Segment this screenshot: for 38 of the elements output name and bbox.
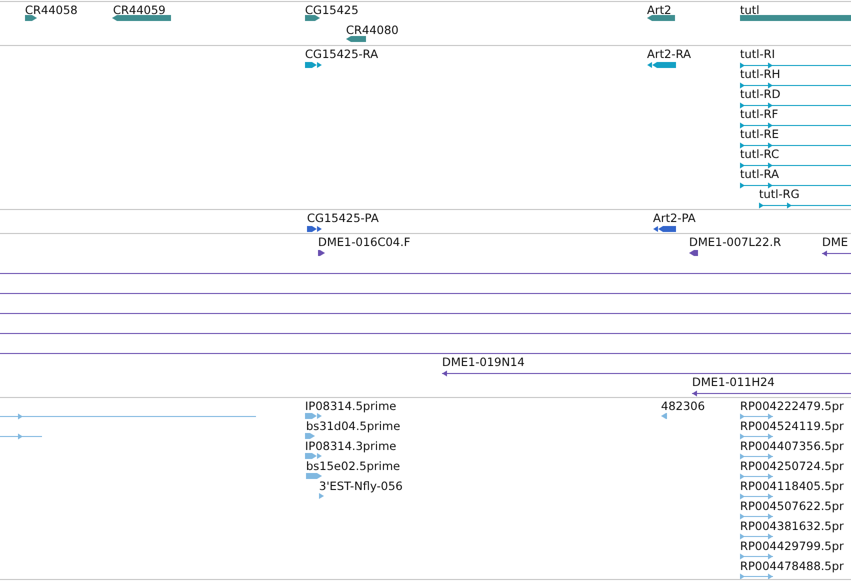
feature-label: 482306 [661, 400, 705, 413]
feature-label: RP004478488.5pr [740, 560, 844, 573]
feature-label: RP004250724.5pr [740, 460, 844, 473]
feature-label: Art2-RA [647, 48, 691, 61]
feature-label: DME1-011H24 [692, 376, 775, 389]
feature-label: CG15425-PA [307, 212, 379, 225]
feature-label: bs31d04.5prime [306, 420, 400, 433]
feature-label: 3'EST-Nfly-056 [319, 480, 403, 493]
feature-label: IP08314.5prime [305, 400, 396, 413]
feature-label: RP004407356.5pr [740, 440, 844, 453]
feature-label: tutl-RG [759, 188, 800, 201]
feature-label: CR44059 [113, 4, 166, 17]
feature-label: tutl-RD [740, 88, 780, 101]
feature-label: DME1-016C04.F [318, 236, 410, 249]
feature-label: RP004381632.5pr [740, 520, 844, 533]
feature-label: tutl-RH [740, 68, 780, 81]
feature-label: DME1-019N14 [442, 356, 525, 369]
feature-label: Art2-PA [653, 212, 696, 225]
feature-label: CG15425 [305, 4, 359, 17]
feature-label: RP004507622.5pr [740, 500, 844, 513]
feature-label: bs15e02.5prime [306, 460, 400, 473]
feature-label: tutl-RF [740, 108, 778, 121]
feature-label: tutl-RE [740, 128, 779, 141]
feature-label: DME [822, 236, 848, 249]
feature-label: Art2 [647, 4, 672, 17]
feature-label: CR44058 [25, 4, 78, 17]
feature-label: RP004524119.5pr [740, 420, 844, 433]
feature-label: CG15425-RA [305, 48, 378, 61]
feature-label: tutl-RA [740, 168, 780, 181]
feature-label: DME1-007L22.R [689, 236, 782, 249]
feature-label: CR44080 [346, 24, 399, 37]
feature-label: RP004429799.5pr [740, 540, 844, 553]
feature-label: tutl-RC [740, 148, 780, 161]
feature-label: tutl-RI [740, 48, 776, 61]
feature-label: tutl [740, 4, 760, 17]
feature-label: RP004222479.5pr [740, 400, 844, 413]
feature-label: RP004118405.5pr [740, 480, 844, 493]
feature-label: IP08314.3prime [305, 440, 396, 453]
